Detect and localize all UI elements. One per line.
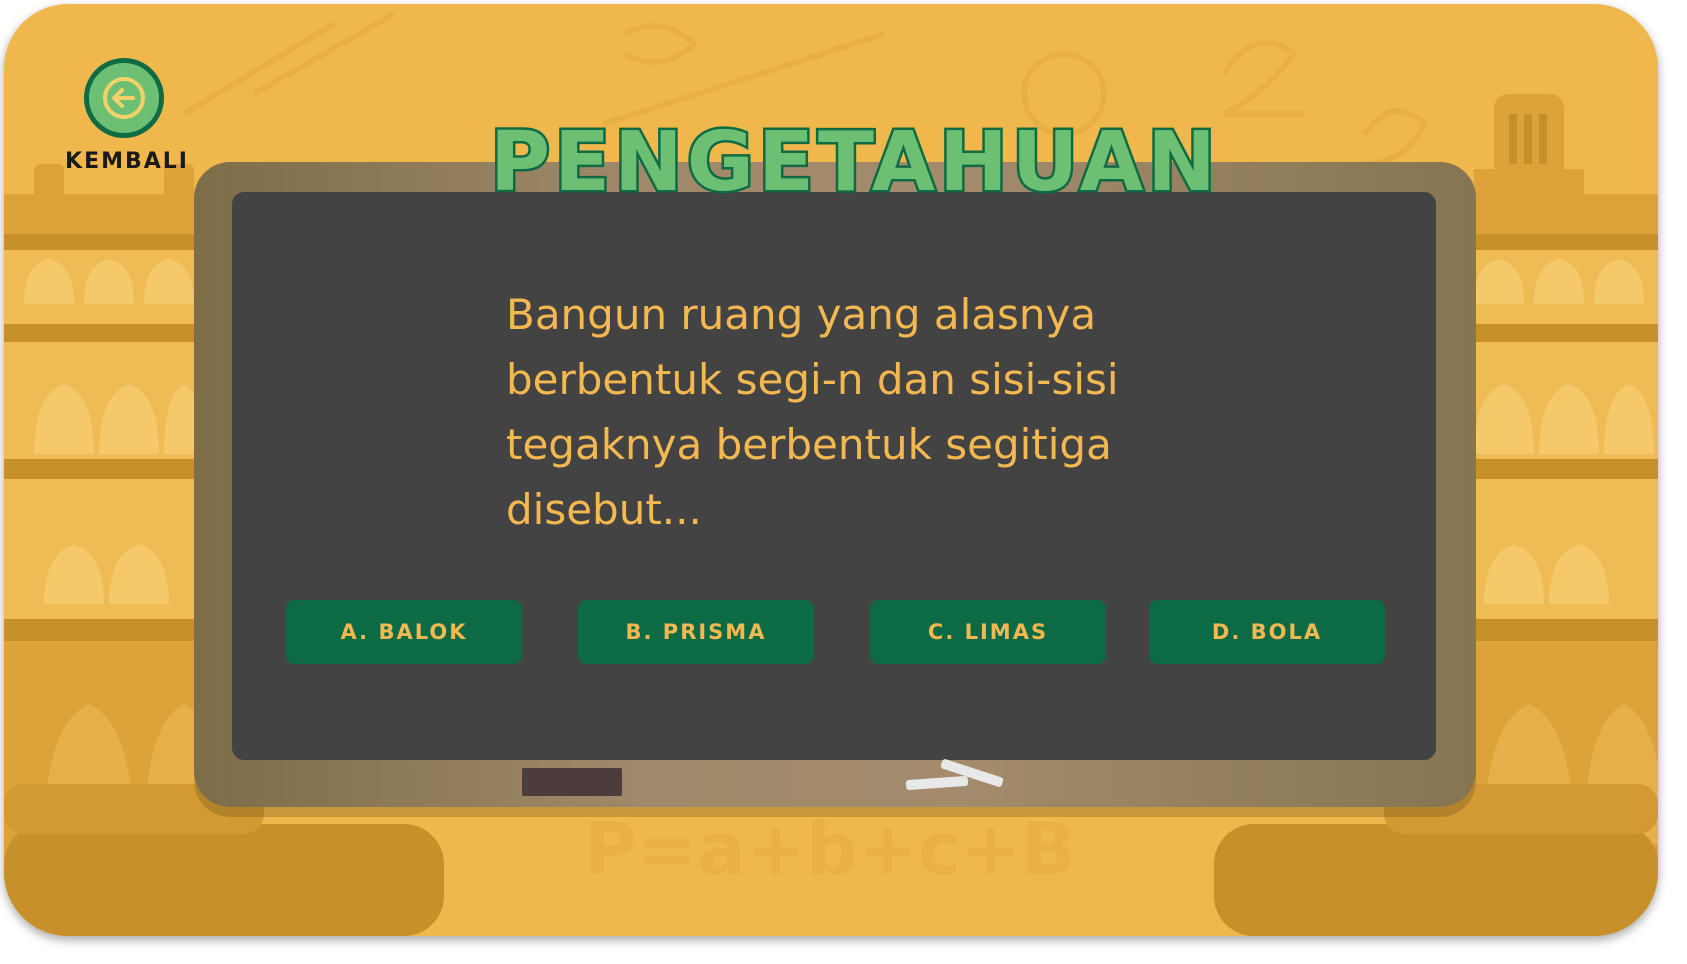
eraser: [522, 768, 622, 796]
answer-button-a[interactable]: A. BALOK: [286, 600, 522, 664]
background-formula: P=a+b+c+B: [584, 807, 1076, 891]
back-label[interactable]: KEMBALI: [62, 149, 192, 174]
answer-button-c[interactable]: C. LIMAS: [870, 600, 1106, 664]
game-screen: P=a+b+c+B KEMBALI PENGETAHUAN Bangun rua…: [4, 4, 1658, 936]
back-button[interactable]: [84, 58, 164, 138]
arrow-left-icon: [103, 77, 145, 119]
answer-button-b[interactable]: B. PRISMA: [578, 600, 814, 664]
page-title: PENGETAHUAN: [488, 115, 1220, 210]
question-text: Bangun ruang yang alasnya berbentuk segi…: [506, 290, 1119, 534]
chalk-piece: [905, 775, 969, 791]
svg-text:P=a+b+c+B: P=a+b+c+B: [584, 807, 1076, 891]
answer-button-d[interactable]: D. BOLA: [1149, 600, 1385, 664]
